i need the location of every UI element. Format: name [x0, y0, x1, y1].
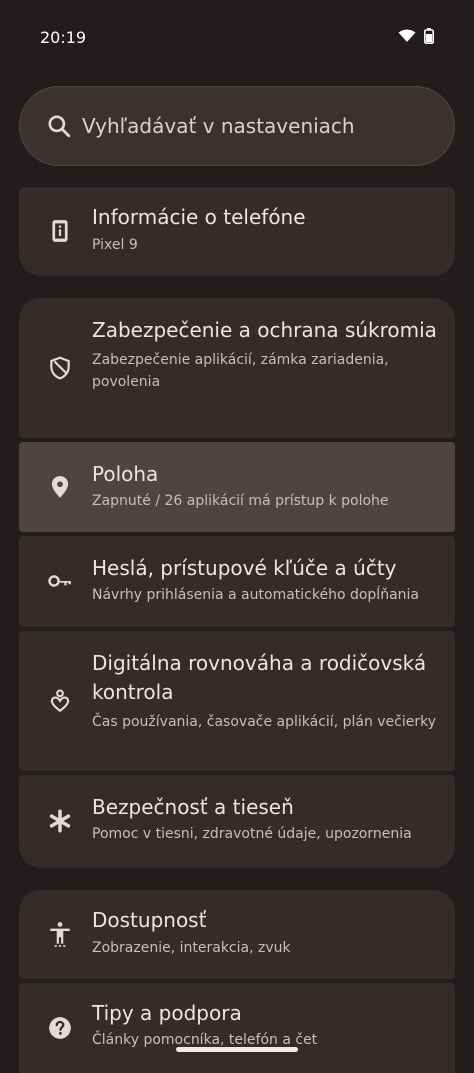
location-pin-icon — [51, 476, 69, 498]
item-title: Informácie o telefóne — [92, 205, 306, 229]
item-subtitle: Pomoc v tiesni, zdravotné údaje, upozorn… — [92, 826, 412, 842]
card-group-device: Informácie o telefóne Pixel 9 — [19, 187, 455, 276]
item-title: Heslá, prístupové kľúče a účty — [92, 556, 397, 580]
asterisk-icon — [49, 809, 71, 833]
search-placeholder: Vyhľadávať v nastaveniach — [82, 114, 355, 138]
item-subtitle: Pixel 9 — [92, 237, 138, 253]
item-subtitle: Čas používania, časovače aplikácií, plán… — [92, 714, 437, 730]
settings-item-security-privacy[interactable]: Zabezpečenie a ochrana súkromia Zabezpeč… — [19, 298, 455, 438]
status-icons — [398, 28, 434, 44]
item-title: Tipy a podpora — [92, 1001, 242, 1025]
settings-item-passwords-accounts[interactable]: Heslá, prístupové kľúče a účty Návrhy pr… — [19, 536, 455, 627]
phone-info-icon — [52, 220, 68, 242]
gesture-navigation-bar[interactable] — [176, 1047, 298, 1052]
item-subtitle: Zapnuté / 26 aplikácií má prístup k polo… — [92, 493, 389, 509]
item-title: Bezpečnosť a tieseň — [92, 795, 294, 819]
item-title: Poloha — [92, 462, 159, 486]
settings-item-digital-wellbeing[interactable]: Digitálna rovnováha a rodičovská kontrol… — [19, 631, 455, 771]
settings-item-tips-support[interactable]: Tipy a podpora Články pomocníka, telefón… — [19, 983, 455, 1073]
item-title: Digitálna rovnováha a rodičovská kontrol… — [92, 651, 427, 704]
item-subtitle: Zobrazenie, interakcia, zvuk — [92, 940, 291, 956]
search-icon — [48, 115, 71, 138]
wifi-icon — [398, 29, 416, 42]
status-time: 20:19 — [40, 28, 87, 47]
item-title: Dostupnosť — [92, 908, 207, 932]
shield-icon — [50, 356, 70, 380]
card-group-help: Dostupnosť Zobrazenie, interakcia, zvuk … — [19, 890, 455, 1073]
settings-item-accessibility[interactable]: Dostupnosť Zobrazenie, interakcia, zvuk — [19, 890, 455, 979]
item-subtitle: Zabezpečenie aplikácií, zámka zariadenia… — [92, 352, 389, 390]
settings-item-about-phone[interactable]: Informácie o telefóne Pixel 9 — [19, 187, 455, 276]
card-group-security: Zabezpečenie a ochrana súkromia Zabezpeč… — [19, 298, 455, 868]
status-bar: 20:19 — [0, 0, 474, 76]
settings-item-safety-emergency[interactable]: Bezpečnosť a tieseň Pomoc v tiesni, zdra… — [19, 775, 455, 868]
help-icon — [49, 1017, 71, 1039]
item-title: Zabezpečenie a ochrana súkromia — [92, 318, 437, 342]
settings-item-location[interactable]: Poloha Zapnuté / 26 aplikácií má prístup… — [19, 442, 455, 532]
key-icon — [48, 575, 71, 587]
wellbeing-heart-icon — [50, 689, 70, 713]
item-subtitle: Návrhy prihlásenia a automatického dopĺň… — [92, 587, 419, 603]
settings-search-bar[interactable]: Vyhľadávať v nastaveniach — [19, 86, 455, 166]
accessibility-icon — [50, 922, 70, 947]
battery-icon — [424, 28, 434, 44]
